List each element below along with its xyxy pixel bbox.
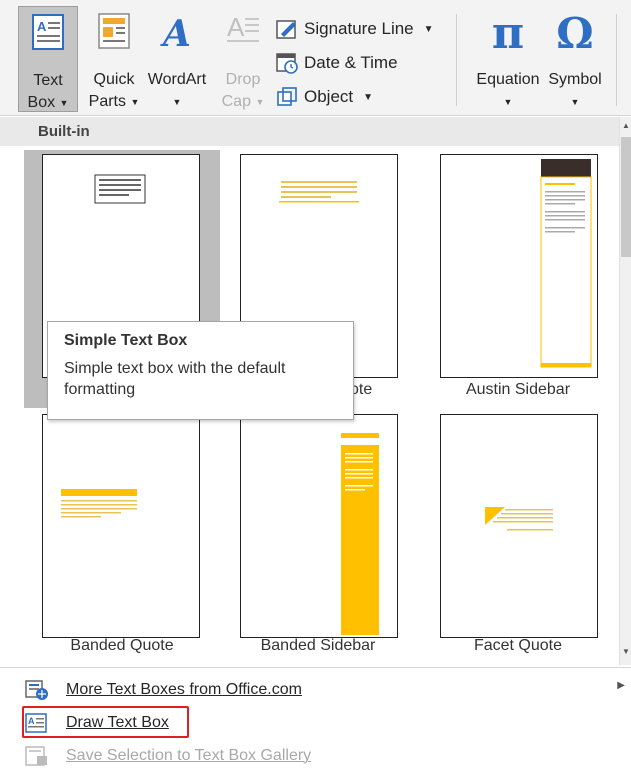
chevron-down-icon: ▼ — [503, 97, 513, 107]
builtin-section-header: Built-in — [0, 117, 619, 146]
ribbon-separator — [456, 14, 457, 106]
banded-sidebar-preview — [341, 433, 379, 635]
date-time-button[interactable]: Date & Time — [276, 48, 398, 78]
wordart-icon: A — [160, 13, 191, 52]
tooltip-title: Simple Text Box — [64, 332, 188, 349]
equation-label: Equation — [476, 71, 540, 88]
tile-preview — [440, 154, 598, 378]
drop-cap-button[interactable]: A Drop Cap ▼ — [218, 6, 268, 112]
chevron-down-icon: ▼ — [570, 97, 580, 107]
ribbon-separator — [616, 14, 617, 106]
chevron-down-icon: ▼ — [130, 97, 140, 107]
tooltip: Simple Text Box Simple text box with the… — [47, 321, 354, 420]
svg-text:A: A — [227, 12, 245, 42]
facet-quote-preview — [485, 507, 553, 531]
symbol-dropdown: ▼ — [544, 92, 606, 112]
svg-text:A: A — [160, 13, 191, 52]
scroll-down-icon[interactable]: ▼ — [621, 647, 631, 661]
more-text-boxes-item[interactable]: More Text Boxes from Office.com — [24, 675, 302, 705]
wordart-dropdown: ▼ — [142, 92, 212, 112]
scroll-thumb[interactable] — [621, 137, 631, 257]
banded-quote-preview — [61, 489, 137, 518]
text-box-gallery: Built-in ote Austin Sidebar Banded Quote… — [0, 117, 619, 665]
tile-preview — [42, 414, 200, 638]
tile-label: Banded Quote — [70, 637, 174, 654]
chevron-right-icon: ▶ — [617, 680, 625, 691]
text-box-label-1: Text — [33, 72, 63, 89]
save-selection-label: Save Selection to Text Box Gallery — [66, 747, 312, 764]
signature-line-label: Signature Line — [304, 19, 414, 38]
object-label: Object — [304, 87, 354, 106]
quick-parts-label-2: Parts ▼ — [88, 93, 140, 111]
chevron-down-icon: ▼ — [423, 23, 434, 35]
tile-austin-sidebar[interactable]: Austin Sidebar — [420, 150, 616, 408]
signature-line-button[interactable]: Signature Line ▼ — [276, 14, 434, 44]
calendar-icon — [276, 53, 298, 74]
object-button[interactable]: Object ▼ — [276, 82, 373, 112]
drop-cap-label-2: Cap ▼ — [221, 93, 265, 111]
text-box-label-2: Box ▼ — [27, 94, 69, 112]
tile-preview — [440, 414, 598, 638]
chevron-down-icon: ▼ — [172, 97, 182, 107]
tile-facet-quote[interactable]: Facet Quote — [420, 410, 616, 668]
wordart-button[interactable]: A WordArt ▼ — [142, 6, 212, 112]
object-icon — [277, 87, 297, 106]
tile-label: Facet Quote — [473, 637, 563, 654]
pi-icon: π — [491, 8, 525, 59]
equation-dropdown: ▼ — [468, 92, 548, 112]
date-time-label: Date & Time — [304, 53, 398, 72]
office-online-icon — [25, 680, 48, 700]
drop-cap-icon: A — [227, 12, 259, 42]
text-box-icon: A — [32, 14, 64, 50]
signature-icon — [276, 20, 296, 39]
wordart-label: WordArt — [147, 71, 207, 88]
tile-label: Banded Sidebar — [260, 637, 376, 654]
save-selection-item[interactable]: Save Selection to Text Box Gallery — [24, 741, 311, 771]
chevron-down-icon: ▼ — [255, 97, 265, 107]
scroll-up-icon[interactable]: ▲ — [621, 121, 631, 135]
equation-button[interactable]: π Equation ▼ — [468, 6, 548, 112]
quick-parts-button[interactable]: Quick Parts ▼ — [86, 6, 142, 112]
austin-sidebar-preview — [540, 159, 592, 368]
tooltip-description: Simple text box with the default formatt… — [64, 360, 286, 398]
tile-label: Austin Sidebar — [465, 381, 571, 398]
symbol-button[interactable]: Ω Symbol ▼ — [544, 6, 606, 112]
omega-icon: Ω — [556, 9, 594, 58]
quick-parts-icon — [98, 13, 130, 49]
gallery-scrollbar[interactable]: ▲ ▼ — [619, 117, 631, 665]
more-text-boxes-label: More Text Boxes from Office.com — [66, 681, 302, 698]
svg-text:A: A — [37, 19, 47, 34]
save-gallery-icon — [25, 746, 47, 766]
chevron-down-icon: ▼ — [363, 91, 374, 103]
tile-banded-sidebar[interactable]: Banded Sidebar — [220, 410, 416, 668]
insert-ribbon: A Text Box ▼ Quick Parts ▼ A WordArt ▼ A — [0, 0, 631, 116]
tile-preview — [240, 414, 398, 638]
quick-parts-label-1: Quick — [93, 71, 135, 88]
symbol-label: Symbol — [548, 71, 602, 88]
drop-cap-label-1: Drop — [225, 71, 261, 88]
chevron-down-icon: ▼ — [59, 98, 69, 108]
text-box-button[interactable]: A Text Box ▼ — [18, 6, 78, 112]
draw-text-box-highlight — [22, 706, 189, 738]
tile-banded-quote[interactable]: Banded Quote — [24, 410, 220, 668]
